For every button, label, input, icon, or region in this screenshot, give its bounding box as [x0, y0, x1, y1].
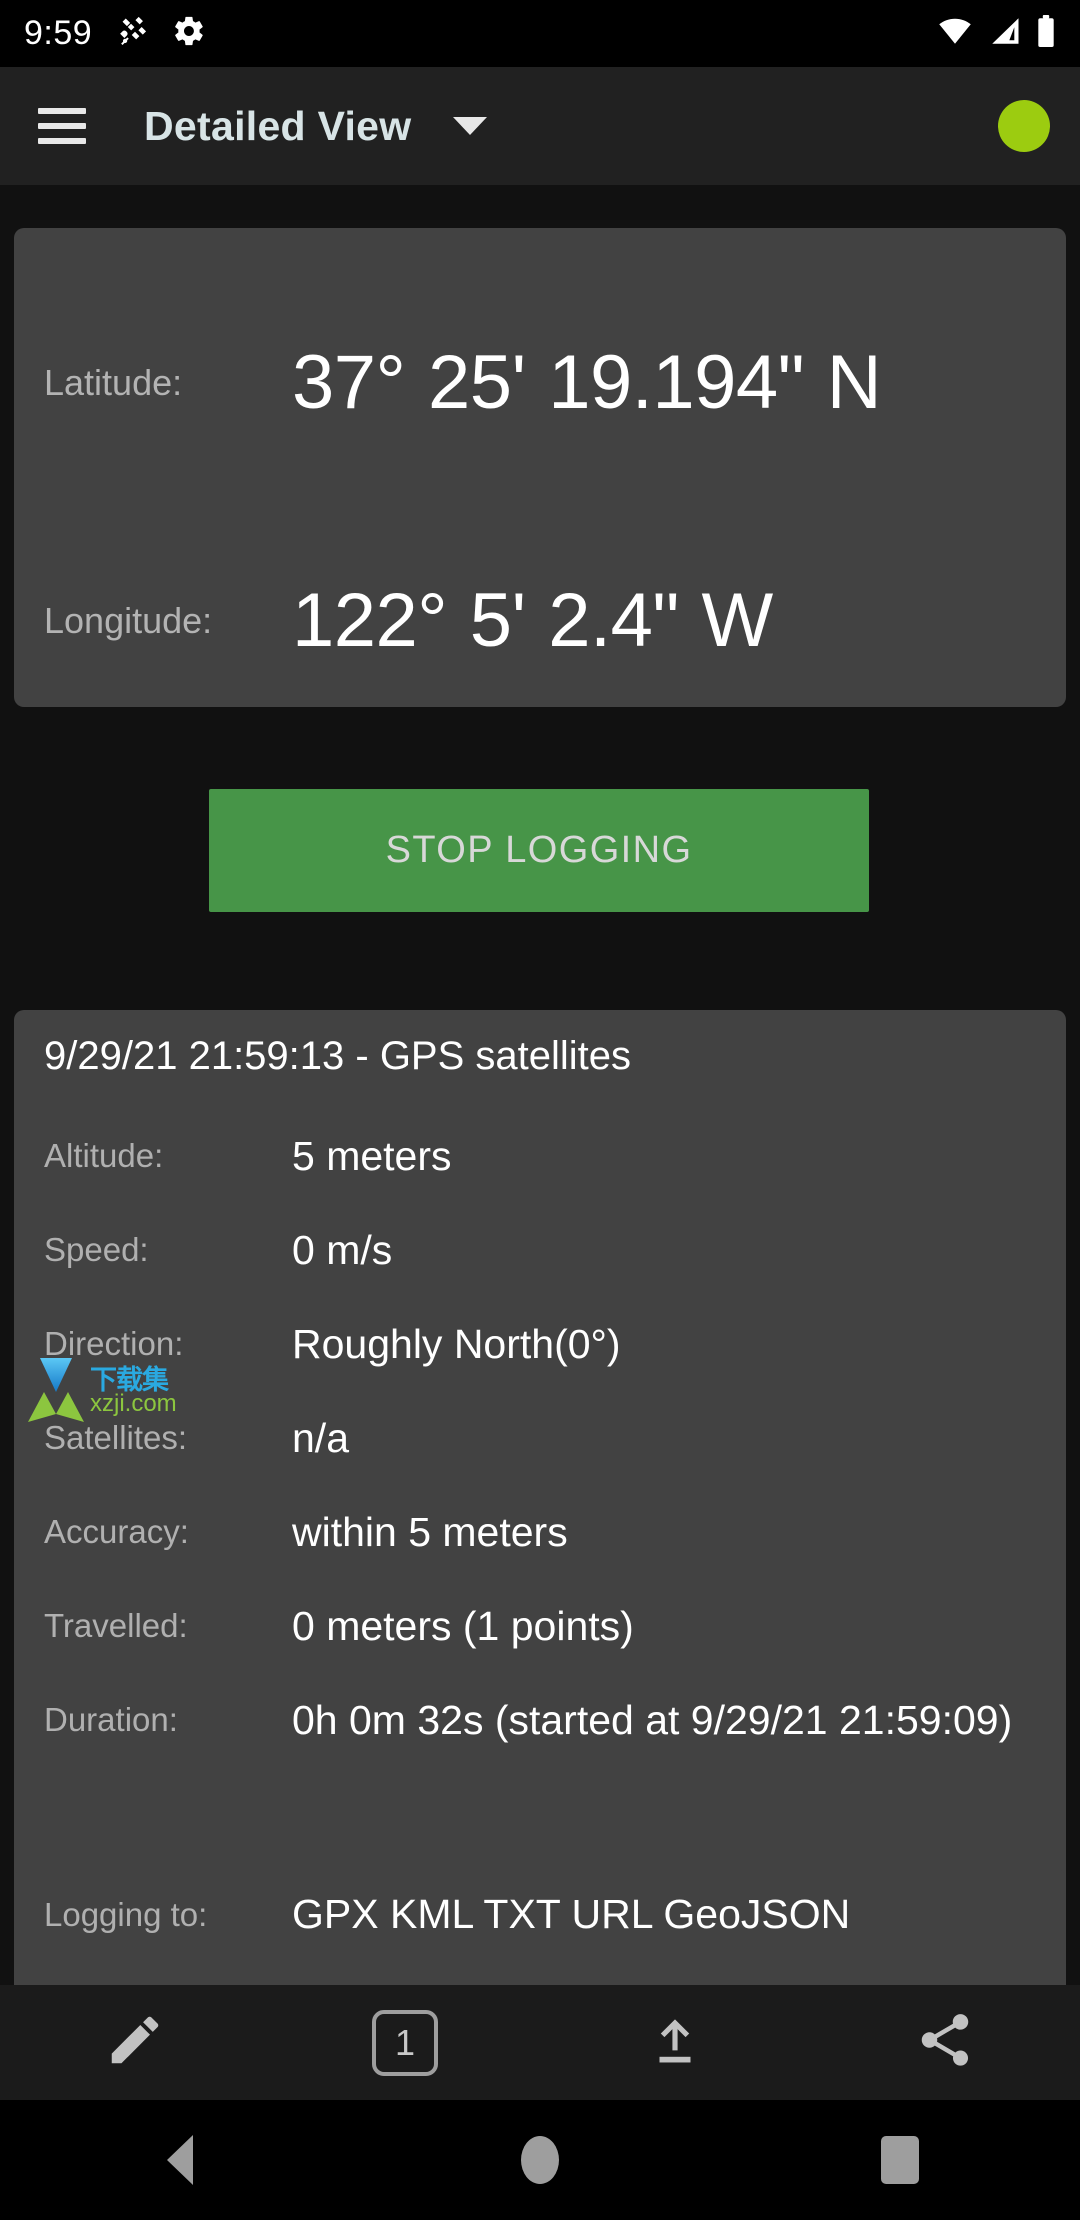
longitude-row: Longitude: 122° 5' 2.4" W — [44, 538, 1036, 703]
home-icon — [521, 2136, 559, 2184]
detail-label: Altitude: — [44, 1137, 292, 1175]
detail-label: Speed: — [44, 1231, 292, 1269]
detail-value: 0 meters (1 points) — [292, 1601, 634, 1651]
detail-row: Duration:0h 0m 32s (started at 9/29/21 2… — [44, 1673, 1036, 1767]
back-icon — [167, 2135, 193, 2185]
upload-icon — [644, 2009, 706, 2076]
detail-row: Direction:Roughly North(0°) — [44, 1297, 1036, 1391]
app-root: 9:59 — [0, 0, 1080, 2220]
status-bar-system-icons — [936, 15, 1056, 52]
status-bar: 9:59 — [0, 0, 1080, 67]
hamburger-menu-icon[interactable] — [38, 108, 86, 144]
detail-value: n/a — [292, 1413, 349, 1463]
hamburger-bar — [38, 123, 86, 129]
gps-status-indicator — [998, 100, 1050, 152]
toolbar-edit-button[interactable] — [0, 1985, 270, 2100]
detail-value: Roughly North(0°) — [292, 1319, 621, 1369]
bottom-toolbar: 1 — [0, 1985, 1080, 2100]
detail-row: Altitude:5 meters — [44, 1109, 1036, 1203]
detail-value: 0 m/s — [292, 1225, 392, 1275]
nav-back-button[interactable] — [0, 2100, 360, 2220]
battery-icon — [1036, 15, 1056, 52]
detail-value: 0h 0m 32s (started at 9/29/21 21:59:09) — [292, 1695, 1012, 1745]
longitude-label: Longitude: — [44, 600, 292, 642]
toolbar-track-count-button[interactable]: 1 — [270, 1985, 540, 2100]
detail-row: Satellites:n/a — [44, 1391, 1036, 1485]
hamburger-bar — [38, 108, 86, 114]
satellite-icon — [118, 14, 152, 53]
gear-icon — [172, 14, 206, 53]
detail-label: Direction: — [44, 1325, 292, 1363]
logging-to-card: Logging to: GPX KML TXT URL GeoJSON — [14, 1869, 1066, 1983]
detail-row: Accuracy:within 5 meters — [44, 1485, 1036, 1579]
status-bar-notification-icons — [118, 14, 206, 53]
toolbar-upload-button[interactable] — [540, 1985, 810, 2100]
detail-row: Speed:0 m/s — [44, 1203, 1036, 1297]
details-header: 9/29/21 21:59:13 - GPS satellites — [44, 1034, 1036, 1079]
recents-icon — [881, 2136, 919, 2184]
longitude-value: 122° 5' 2.4" W — [292, 576, 773, 666]
detail-row: Travelled:0 meters (1 points) — [44, 1579, 1036, 1673]
stop-logging-button[interactable]: STOP LOGGING — [209, 789, 869, 912]
detail-label: Travelled: — [44, 1607, 292, 1645]
nav-recents-button[interactable] — [720, 2100, 1080, 2220]
hamburger-bar — [38, 138, 86, 144]
wifi-icon — [936, 16, 974, 51]
edit-icon — [104, 2009, 166, 2076]
app-bar: Detailed View — [0, 67, 1080, 185]
nav-home-button[interactable] — [360, 2100, 720, 2220]
latitude-label: Latitude: — [44, 362, 292, 404]
android-navigation-bar — [0, 2100, 1080, 2220]
latitude-row: Latitude: 37° 25' 19.194" N — [44, 228, 1036, 538]
logging-to-value[interactable]: GPX KML TXT URL GeoJSON — [292, 1891, 850, 1938]
details-row-list: Altitude:5 metersSpeed:0 m/sDirection:Ro… — [44, 1109, 1036, 1767]
logging-to-row: Logging to: GPX KML TXT URL GeoJSON — [44, 1891, 1036, 1938]
latitude-value: 37° 25' 19.194" N — [292, 338, 881, 428]
share-icon — [914, 2009, 976, 2076]
detail-label: Satellites: — [44, 1419, 292, 1457]
status-bar-clock: 9:59 — [24, 14, 92, 53]
detail-value: 5 meters — [292, 1131, 452, 1181]
toolbar-share-button[interactable] — [810, 1985, 1080, 2100]
logging-to-label: Logging to: — [44, 1896, 292, 1934]
detail-label: Duration: — [44, 1701, 292, 1739]
chevron-down-icon[interactable] — [453, 117, 487, 135]
detail-label: Accuracy: — [44, 1513, 292, 1551]
cellular-signal-icon — [988, 16, 1022, 51]
page-title[interactable]: Detailed View — [144, 103, 411, 150]
coordinates-card: Latitude: 37° 25' 19.194" N Longitude: 1… — [14, 228, 1066, 707]
count-badge: 1 — [372, 2010, 438, 2076]
detail-value: within 5 meters — [292, 1507, 568, 1557]
